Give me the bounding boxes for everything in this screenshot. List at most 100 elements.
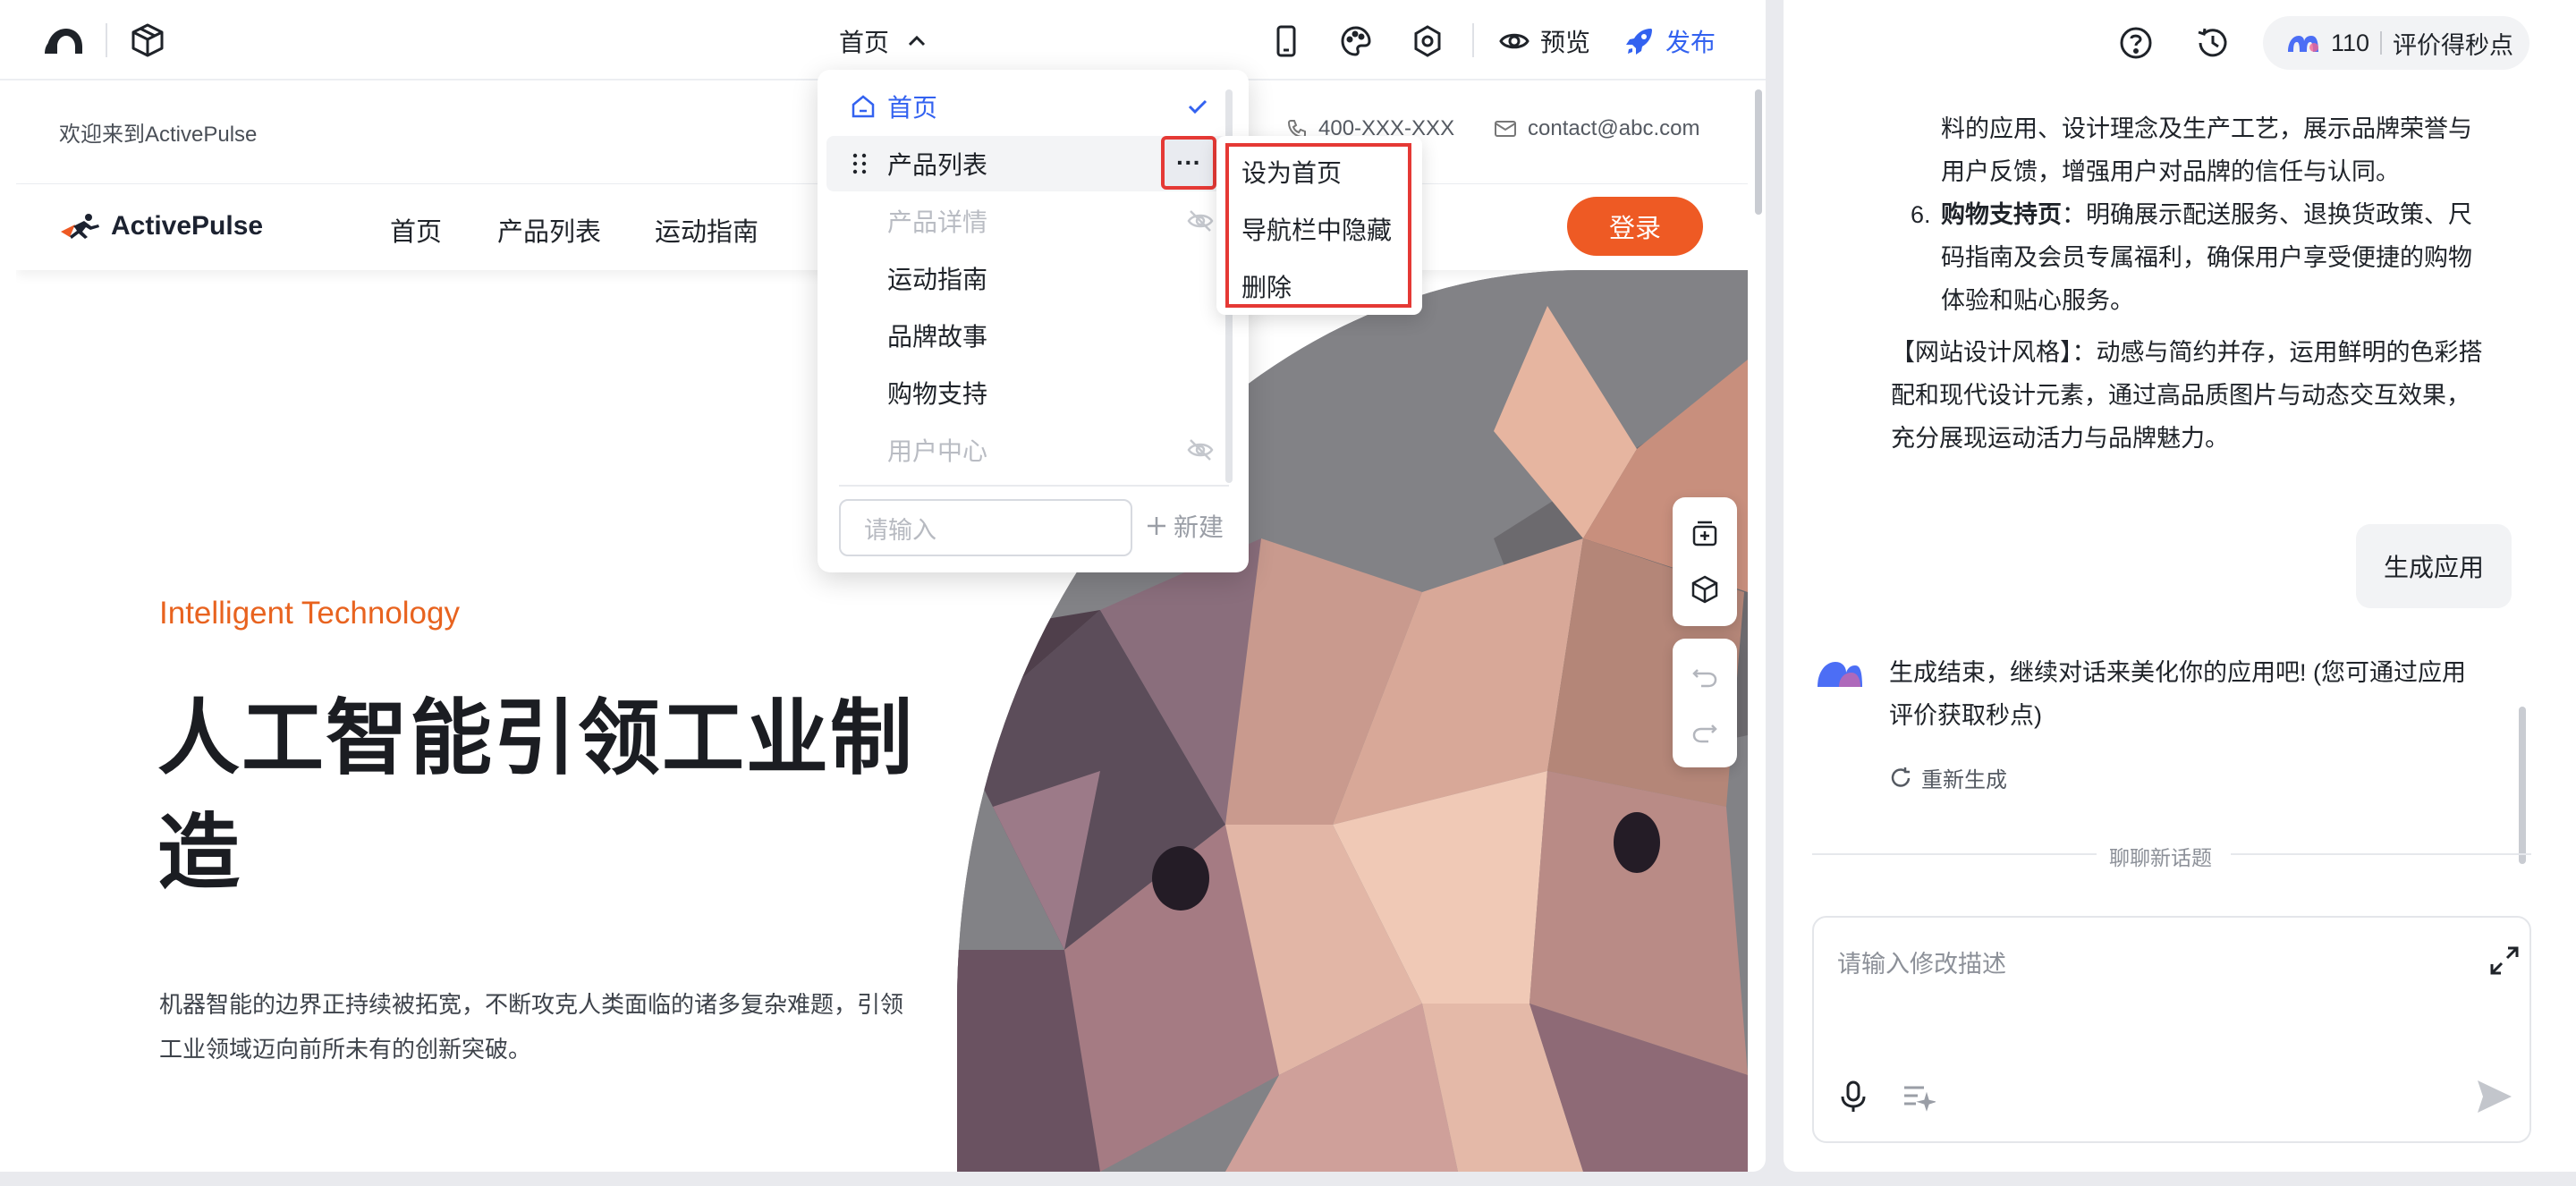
page-item-label: 产品详情 bbox=[887, 208, 988, 236]
nav-item-home[interactable]: 首页 bbox=[390, 211, 442, 249]
regenerate-label: 重新生成 bbox=[1921, 768, 2007, 792]
chat-message-line: 码指南及会员专属福利，确保用户享受便捷的购物 bbox=[1941, 244, 2472, 271]
topbar-separator bbox=[106, 23, 107, 57]
chat-message-line: 用户反馈，增强用户对品牌的信任与认同。 bbox=[1941, 158, 2400, 185]
page-item-home[interactable]: 首页 bbox=[826, 79, 1234, 134]
page-item-label: 用户中心 bbox=[887, 437, 988, 465]
drag-handle-icon[interactable] bbox=[852, 151, 868, 176]
help-icon[interactable] bbox=[2118, 25, 2154, 61]
site-brand[interactable]: ActivePulse bbox=[59, 211, 263, 241]
topbar-separator-2 bbox=[1472, 23, 1474, 57]
refresh-icon bbox=[1891, 767, 1911, 787]
expand-icon[interactable] bbox=[2487, 943, 2522, 978]
preview-label: 预览 bbox=[1540, 29, 1591, 56]
user-message-bubble: 生成应用 bbox=[2356, 524, 2512, 608]
editor-topbar: 首页 预览 发布 bbox=[0, 0, 1766, 80]
brand-name: ActivePulse bbox=[111, 211, 264, 241]
chat-list-number: 6. bbox=[1911, 201, 1931, 228]
undo-button[interactable] bbox=[1673, 648, 1737, 703]
bot-message-line: 评价获取秒点) bbox=[1889, 702, 2042, 729]
page-menu-divider bbox=[839, 485, 1229, 487]
hero-title: 人工智能引领工业制造 bbox=[157, 693, 915, 899]
nav-item-products[interactable]: 产品列表 bbox=[497, 211, 601, 249]
page-more-options-button[interactable]: ··· bbox=[1161, 136, 1216, 190]
credits-logo-icon bbox=[2288, 36, 2318, 52]
preview-button[interactable]: 预览 bbox=[1499, 21, 1590, 61]
floating-toolbar-group-2 bbox=[1673, 639, 1737, 767]
topic-divider-right bbox=[2231, 853, 2531, 855]
page-item-label: 产品列表 bbox=[887, 151, 988, 179]
check-icon bbox=[1188, 99, 1208, 114]
chat-message-line: ：明确展示配送服务、退换货政策、尺 bbox=[2062, 201, 2472, 228]
add-block-icon bbox=[1692, 521, 1717, 546]
page-item-label: 运动指南 bbox=[887, 266, 988, 293]
new-page-input[interactable]: 请输入 bbox=[839, 499, 1132, 556]
page-item-guide[interactable]: 运动指南 bbox=[826, 250, 1234, 306]
send-icon[interactable] bbox=[2472, 1075, 2515, 1118]
hero-tagline: Intelligent Technology bbox=[159, 596, 460, 631]
rocket-icon bbox=[1626, 29, 1652, 55]
credits-badge[interactable]: 110 评价得秒点 bbox=[2263, 16, 2529, 70]
bot-avatar-icon bbox=[1818, 662, 1862, 687]
email-text: contact@abc.com bbox=[1528, 116, 1700, 140]
delete-option[interactable]: 删除 bbox=[1241, 268, 1292, 304]
set-as-home-option[interactable]: 设为首页 bbox=[1241, 154, 1342, 190]
hero-description: 机器智能的边界正持续被拓宽，不断攻克人类面临的诸多复杂难题，引领工业领域迈向前所… bbox=[159, 991, 904, 1063]
site-email: contact@abc.com bbox=[1494, 116, 1699, 141]
history-icon[interactable] bbox=[2195, 25, 2231, 61]
chevron-up-icon bbox=[908, 35, 926, 47]
page-item-label: 首页 bbox=[887, 94, 938, 122]
component-cube-icon bbox=[1691, 575, 1718, 604]
settings-icon[interactable] bbox=[1410, 23, 1445, 59]
page-item-support[interactable]: 购物支持 bbox=[826, 365, 1234, 420]
microphone-icon[interactable] bbox=[1835, 1079, 1871, 1114]
cube-icon[interactable] bbox=[129, 21, 166, 59]
hide-in-nav-option[interactable]: 导航栏中隐藏 bbox=[1241, 211, 1392, 247]
chat-input-placeholder: 请输入修改描述 bbox=[1837, 951, 2006, 978]
prompt-enhance-icon[interactable] bbox=[1900, 1079, 1936, 1114]
chat-message-line: 体验和贴心服务。 bbox=[1941, 287, 2134, 314]
page-item-label: 品牌故事 bbox=[887, 323, 988, 351]
current-page-label: 首页 bbox=[839, 29, 890, 56]
nav-item-guide[interactable]: 运动指南 bbox=[655, 211, 758, 249]
welcome-text: 欢迎来到ActivePulse bbox=[59, 123, 258, 147]
page-item-product-detail[interactable]: 产品详情 bbox=[826, 193, 1234, 249]
redo-icon bbox=[1692, 724, 1717, 743]
redo-button[interactable] bbox=[1673, 703, 1737, 758]
component-button[interactable] bbox=[1673, 562, 1737, 617]
publish-button[interactable]: 发布 bbox=[1624, 21, 1716, 61]
app-logo-icon[interactable] bbox=[43, 23, 84, 59]
palette-icon[interactable] bbox=[1338, 23, 1374, 59]
new-page-label: 新建 bbox=[1174, 513, 1224, 541]
floating-toolbar bbox=[1673, 497, 1737, 780]
chat-message-line: 配和现代设计元素，通过高品质图片与动态交互效果， bbox=[1891, 382, 2470, 409]
bot-message-line: 生成结束，继续对话来美化你的应用吧! (您可通过应用 bbox=[1889, 659, 2466, 686]
home-icon bbox=[852, 95, 875, 118]
regenerate-button[interactable]: 重新生成 bbox=[1889, 762, 2007, 793]
page-item-user-center[interactable]: 用户中心 bbox=[826, 422, 1234, 478]
new-topic-button[interactable]: 聊聊新话题 bbox=[2109, 841, 2212, 871]
canvas-scrollbar[interactable] bbox=[1755, 89, 1762, 215]
chat-message-line: 【网站设计风格】：动感与简约并存，运用鲜明的色彩搭 bbox=[1891, 339, 2483, 366]
chat-message-line: 充分展现运动活力与品牌魅力。 bbox=[1891, 425, 2229, 452]
credits-label: 评价得秒点 bbox=[2393, 31, 2514, 59]
chat-scrollbar[interactable] bbox=[2519, 707, 2526, 864]
plus-icon bbox=[1148, 517, 1165, 535]
chat-bold-heading: 购物支持页 bbox=[1941, 201, 2062, 228]
chat-message-line: 料的应用、设计理念及生产工艺，展示品牌荣誉与 bbox=[1941, 115, 2472, 142]
chat-panel: 110 评价得秒点 料的应用、设计理念及生产工艺，展示品牌荣誉与 用户反馈，增强… bbox=[1784, 0, 2576, 1172]
page-switcher[interactable]: 首页 bbox=[839, 23, 928, 59]
floating-toolbar-group-1 bbox=[1673, 497, 1737, 626]
page-item-brand-story[interactable]: 品牌故事 bbox=[826, 308, 1234, 363]
chat-input-box[interactable]: 请输入修改描述 bbox=[1812, 916, 2531, 1143]
topic-divider-left bbox=[1812, 853, 2097, 855]
new-page-button[interactable]: 新建 bbox=[1145, 508, 1224, 544]
login-button[interactable]: 登录 bbox=[1567, 197, 1703, 256]
eye-hidden-icon[interactable] bbox=[1186, 207, 1215, 235]
mobile-view-icon[interactable] bbox=[1268, 23, 1304, 59]
eye-hidden-icon[interactable] bbox=[1186, 436, 1215, 464]
mail-icon bbox=[1495, 121, 1516, 137]
runner-logo-icon bbox=[61, 214, 99, 239]
add-section-button[interactable] bbox=[1673, 506, 1737, 562]
page-item-label: 购物支持 bbox=[887, 380, 988, 408]
